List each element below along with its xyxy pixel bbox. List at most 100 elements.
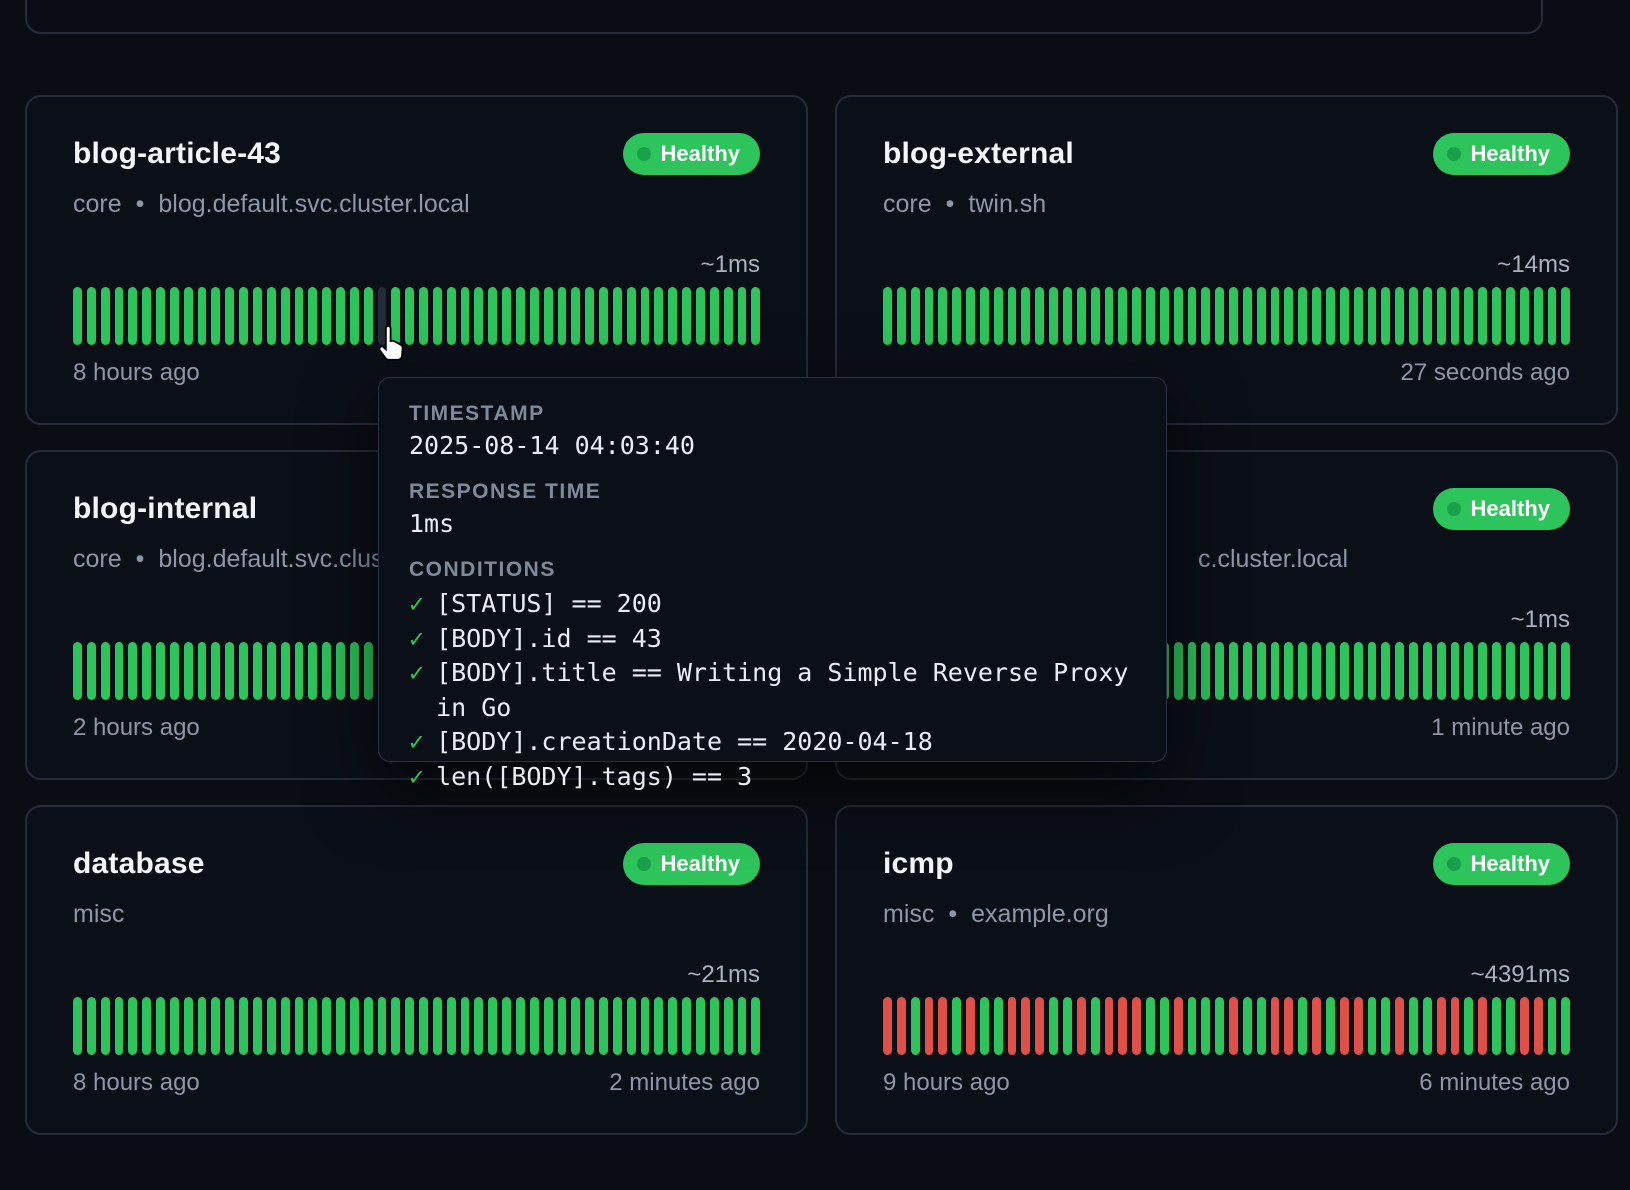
uptime-bar[interactable] [1492,997,1501,1055]
uptime-bar[interactable] [1298,287,1307,345]
uptime-bar[interactable] [1478,287,1487,345]
uptime-bar[interactable] [1174,287,1183,345]
uptime-bar[interactable] [1561,997,1570,1055]
uptime-bar[interactable] [1340,642,1349,700]
uptime-bar[interactable] [419,287,428,345]
uptime-bar[interactable] [1368,642,1377,700]
uptime-bar[interactable] [1160,997,1169,1055]
uptime-bar[interactable] [87,287,96,345]
uptime-bar[interactable] [1561,642,1570,700]
uptime-bar[interactable] [1492,642,1501,700]
uptime-bar[interactable] [1035,997,1044,1055]
uptime-bar[interactable] [1451,997,1460,1055]
uptime-bar[interactable] [198,287,207,345]
uptime-bar[interactable] [308,287,317,345]
uptime-bar[interactable] [627,287,636,345]
uptime-bar[interactable] [1008,287,1017,345]
uptime-bar[interactable] [911,997,920,1055]
uptime-bar[interactable] [668,997,677,1055]
uptime-bar[interactable] [1423,287,1432,345]
uptime-bar[interactable] [668,287,677,345]
uptime-bar[interactable] [1534,997,1543,1055]
uptime-bar[interactable] [911,287,920,345]
uptime-bar[interactable] [1118,287,1127,345]
uptime-bar[interactable] [1368,997,1377,1055]
uptime-bar[interactable] [1174,642,1183,700]
uptime-bar[interactable] [1381,287,1390,345]
uptime-bar[interactable] [1381,997,1390,1055]
uptime-bar[interactable] [724,997,733,1055]
uptime-bar[interactable] [447,287,456,345]
uptime-bar[interactable] [1146,997,1155,1055]
uptime-bar[interactable] [1188,642,1197,700]
uptime-bar[interactable] [474,287,483,345]
uptime-bar[interactable] [1049,997,1058,1055]
uptime-bar[interactable] [994,997,1003,1055]
uptime-bar[interactable] [1201,287,1210,345]
uptime-bar[interactable] [336,287,345,345]
uptime-bar[interactable] [1271,287,1280,345]
uptime-bar[interactable] [654,997,663,1055]
uptime-bar[interactable] [1229,287,1238,345]
uptime-bar[interactable] [1340,287,1349,345]
uptime-bar[interactable] [1284,642,1293,700]
uptime-bar[interactable] [980,997,989,1055]
uptime-bar[interactable] [128,642,137,700]
uptime-bar[interactable] [925,997,934,1055]
uptime-bar[interactable] [1215,287,1224,345]
uptime-bar[interactable] [170,642,179,700]
uptime-bar[interactable] [336,997,345,1055]
uptime-bar[interactable] [1077,287,1086,345]
uptime-bar[interactable] [1451,642,1460,700]
uptime-bar[interactable] [1437,642,1446,700]
uptime-bar[interactable] [1091,997,1100,1055]
uptime-bar[interactable] [1561,287,1570,345]
uptime-bar[interactable] [184,287,193,345]
uptime-bar[interactable] [994,287,1003,345]
uptime-bar[interactable] [1326,287,1335,345]
uptime-bar[interactable] [1395,287,1404,345]
uptime-bar[interactable] [378,997,387,1055]
uptime-bar[interactable] [115,997,124,1055]
uptime-bar[interactable] [1063,997,1072,1055]
uptime-bar[interactable] [1021,997,1030,1055]
uptime-bar[interactable] [966,287,975,345]
uptime-bar[interactable] [1312,997,1321,1055]
status-card-blog-article-43[interactable]: blog-article-43 Healthy core • blog.defa… [25,95,808,425]
uptime-bar[interactable] [502,997,511,1055]
uptime-bar[interactable] [447,997,456,1055]
uptime-bar[interactable] [253,997,262,1055]
uptime-bar[interactable] [156,997,165,1055]
uptime-bar[interactable] [101,997,110,1055]
uptime-bar[interactable] [211,287,220,345]
uptime-bar[interactable] [1271,642,1280,700]
uptime-bar[interactable] [883,287,892,345]
uptime-bar[interactable] [142,997,151,1055]
uptime-bar[interactable] [1451,287,1460,345]
uptime-bar[interactable] [530,287,539,345]
uptime-bar[interactable] [682,287,691,345]
uptime-bar[interactable] [474,997,483,1055]
uptime-bar[interactable] [883,997,892,1055]
uptime-bar[interactable] [1188,287,1197,345]
uptime-bar[interactable] [696,997,705,1055]
uptime-bar[interactable] [627,997,636,1055]
uptime-bar[interactable] [952,997,961,1055]
uptime-bar[interactable] [710,997,719,1055]
uptime-bar[interactable] [308,642,317,700]
uptime-bar[interactable] [170,997,179,1055]
uptime-bar[interactable] [322,642,331,700]
uptime-bar[interactable] [1520,642,1529,700]
uptime-bar[interactable] [87,997,96,1055]
uptime-bar[interactable] [1298,997,1307,1055]
uptime-bar[interactable] [1312,287,1321,345]
uptime-bar[interactable] [1326,642,1335,700]
uptime-bar[interactable] [488,997,497,1055]
uptime-bar[interactable] [599,287,608,345]
uptime-bar[interactable] [1464,997,1473,1055]
uptime-bar[interactable] [1063,287,1072,345]
uptime-bar[interactable] [1284,997,1293,1055]
uptime-bar[interactable] [897,287,906,345]
uptime-bar[interactable] [1298,642,1307,700]
uptime-bar[interactable] [253,287,262,345]
